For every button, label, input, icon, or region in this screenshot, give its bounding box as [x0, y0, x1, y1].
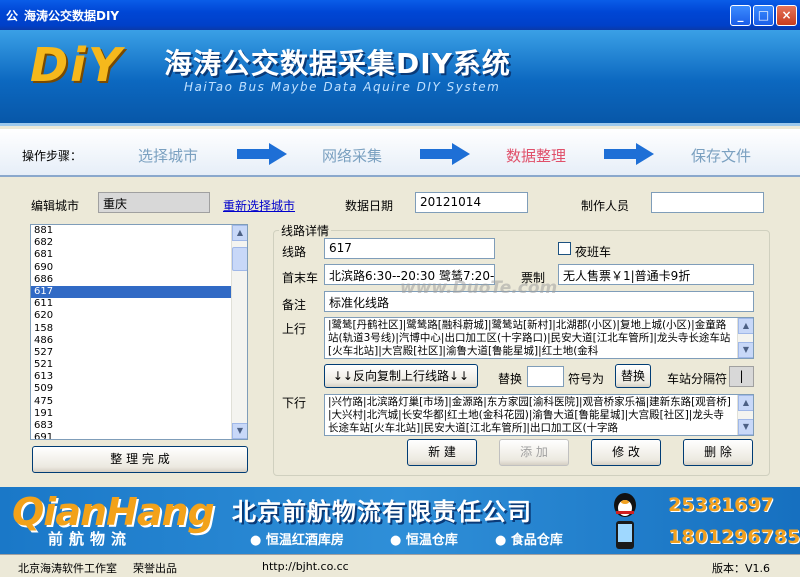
bullet-icon: ●: [495, 533, 511, 548]
scroll-up-icon[interactable]: ▲: [738, 395, 753, 411]
route-list-item[interactable]: 611: [31, 298, 247, 310]
date-input[interactable]: 20121014: [415, 192, 528, 213]
separator-field: |: [729, 366, 754, 387]
replace-input[interactable]: [527, 366, 564, 387]
ad-logo-sub: 前航物流: [48, 530, 133, 548]
ad-feature-2: ● 恒温仓库: [390, 533, 458, 548]
delete-button[interactable]: 删 除: [683, 439, 753, 466]
bullet-icon: ●: [390, 533, 406, 548]
step-arrow-icon: [420, 143, 470, 165]
scroll-up-icon[interactable]: ▲: [738, 318, 753, 334]
replace-label: 替换: [498, 372, 523, 386]
route-list[interactable]: 881 682 681 690 686 617 611 620 158 486 527 521 613 5…: [30, 224, 248, 440]
ad-phone-2: 1801296785: [668, 526, 800, 548]
route-details-title: 线路详情: [279, 222, 332, 239]
status-honor: 荣誉出品: [133, 562, 177, 575]
ad-company: 北京前航物流有限责任公司: [232, 498, 532, 526]
step-data-organize: 数据整理: [506, 147, 567, 165]
diy-logo: DiY: [30, 38, 124, 92]
route-list-item[interactable]: 527: [31, 347, 247, 359]
scroll-down-icon[interactable]: ▼: [738, 419, 753, 435]
route-list-item[interactable]: 509: [31, 383, 247, 395]
date-label: 数据日期: [345, 199, 394, 213]
downward-route-textarea[interactable]: |兴竹路|北滨路灯巢[市场]|金源路|东方家园[渝科医院]|观音桥家乐福|建新东…: [324, 394, 754, 436]
app-icon: 公: [6, 9, 19, 23]
route-list-item[interactable]: 881: [31, 225, 247, 237]
minimize-button[interactable]: _: [730, 5, 751, 26]
route-input[interactable]: 617: [324, 238, 495, 259]
symbol-label: 符号为: [568, 372, 605, 386]
city-field: 重庆: [98, 192, 210, 213]
route-list-item[interactable]: 617: [31, 285, 247, 299]
route-list-item[interactable]: 681: [31, 249, 247, 261]
scroll-down-icon[interactable]: ▼: [738, 342, 753, 358]
route-list-item[interactable]: 682: [31, 237, 247, 249]
step-arrow-icon: [604, 143, 654, 165]
banner-title: 海涛公交数据采集DIY系统: [164, 47, 511, 80]
close-button[interactable]: ×: [776, 5, 797, 26]
maximize-button[interactable]: □: [753, 5, 774, 26]
steps-label: 操作步骤：: [22, 149, 83, 163]
ad-phone-1: 25381697: [668, 494, 774, 516]
route-list-item[interactable]: 690: [31, 262, 247, 274]
textarea-scrollbar[interactable]: ▲ ▼: [737, 318, 753, 358]
status-url[interactable]: http://bjht.co.cc: [262, 560, 349, 573]
route-list-item[interactable]: 691: [31, 432, 247, 439]
route-list-item[interactable]: 521: [31, 359, 247, 371]
new-button[interactable]: 新 建: [407, 439, 477, 466]
scroll-down-icon[interactable]: ▼: [232, 423, 247, 439]
night-bus-label: 夜班车: [575, 245, 612, 259]
author-label: 制作人员: [581, 199, 630, 213]
window-title: 海涛公交数据DIY: [24, 9, 120, 23]
route-list-item[interactable]: 191: [31, 408, 247, 420]
down-label: 下行: [282, 396, 307, 410]
route-list-item[interactable]: 486: [31, 335, 247, 347]
edit-button[interactable]: 修 改: [591, 439, 661, 466]
steps-bar: [0, 129, 800, 177]
reselect-city-link[interactable]: 重新选择城市: [223, 197, 295, 214]
status-studio: 北京海涛软件工作室: [18, 562, 117, 575]
list-scrollbar[interactable]: ▲ ▼: [231, 225, 247, 439]
route-list-item[interactable]: 620: [31, 310, 247, 322]
upward-route-textarea[interactable]: |鹭鸶[丹鹤社区]|鹭鸶路[融科蔚城]|鹭鸶站[新村]|北湖郡(小区)|复地上城…: [324, 317, 754, 359]
ad-feature-1: ● 恒温红酒库房: [250, 533, 344, 548]
route-list-item[interactable]: 475: [31, 396, 247, 408]
qq-penguin-icon: [614, 493, 636, 517]
scroll-thumb[interactable]: [232, 247, 247, 271]
route-list-item[interactable]: 683: [31, 420, 247, 432]
route-list-item[interactable]: 686: [31, 274, 247, 286]
status-bar: [0, 554, 800, 577]
separator-label: 车站分隔符: [667, 372, 728, 386]
route-label: 线路: [282, 245, 307, 259]
add-button: 添 加: [499, 439, 569, 466]
reverse-copy-button[interactable]: ↓↓反向复制上行线路↓↓: [324, 364, 478, 388]
step-arrow-icon: [237, 143, 287, 165]
textarea-scrollbar[interactable]: ▲ ▼: [737, 395, 753, 435]
first-last-label: 首末车: [282, 271, 319, 285]
ad-feature-3: ● 食品仓库: [495, 533, 563, 548]
route-list-item[interactable]: 158: [31, 323, 247, 335]
author-input[interactable]: [651, 192, 764, 213]
scroll-up-icon[interactable]: ▲: [232, 225, 247, 241]
watermark: www.DuoTe.com: [400, 278, 558, 298]
bullet-icon: ●: [250, 533, 266, 548]
step-web-collect: 网络采集: [322, 147, 383, 165]
step-select-city: 选择城市: [138, 147, 199, 165]
status-version: 版本：V1.6: [712, 562, 771, 575]
finish-organize-button[interactable]: 整 理 完 成: [32, 446, 248, 473]
title-bar[interactable]: [0, 0, 800, 30]
phone-icon: [616, 521, 634, 549]
banner-subtitle: HaiTao Bus Maybe Data Aquire DIY System: [184, 80, 501, 94]
replace-button[interactable]: 替换: [615, 364, 651, 388]
route-list-item[interactable]: 613: [31, 371, 247, 383]
city-label: 编辑城市: [31, 199, 80, 213]
fare-input[interactable]: 无人售票￥1|普通卡9折: [558, 264, 754, 285]
step-save-file: 保存文件: [691, 147, 752, 165]
note-label: 备注: [282, 298, 307, 312]
up-label: 上行: [282, 322, 307, 336]
night-bus-checkbox[interactable]: [558, 242, 571, 255]
